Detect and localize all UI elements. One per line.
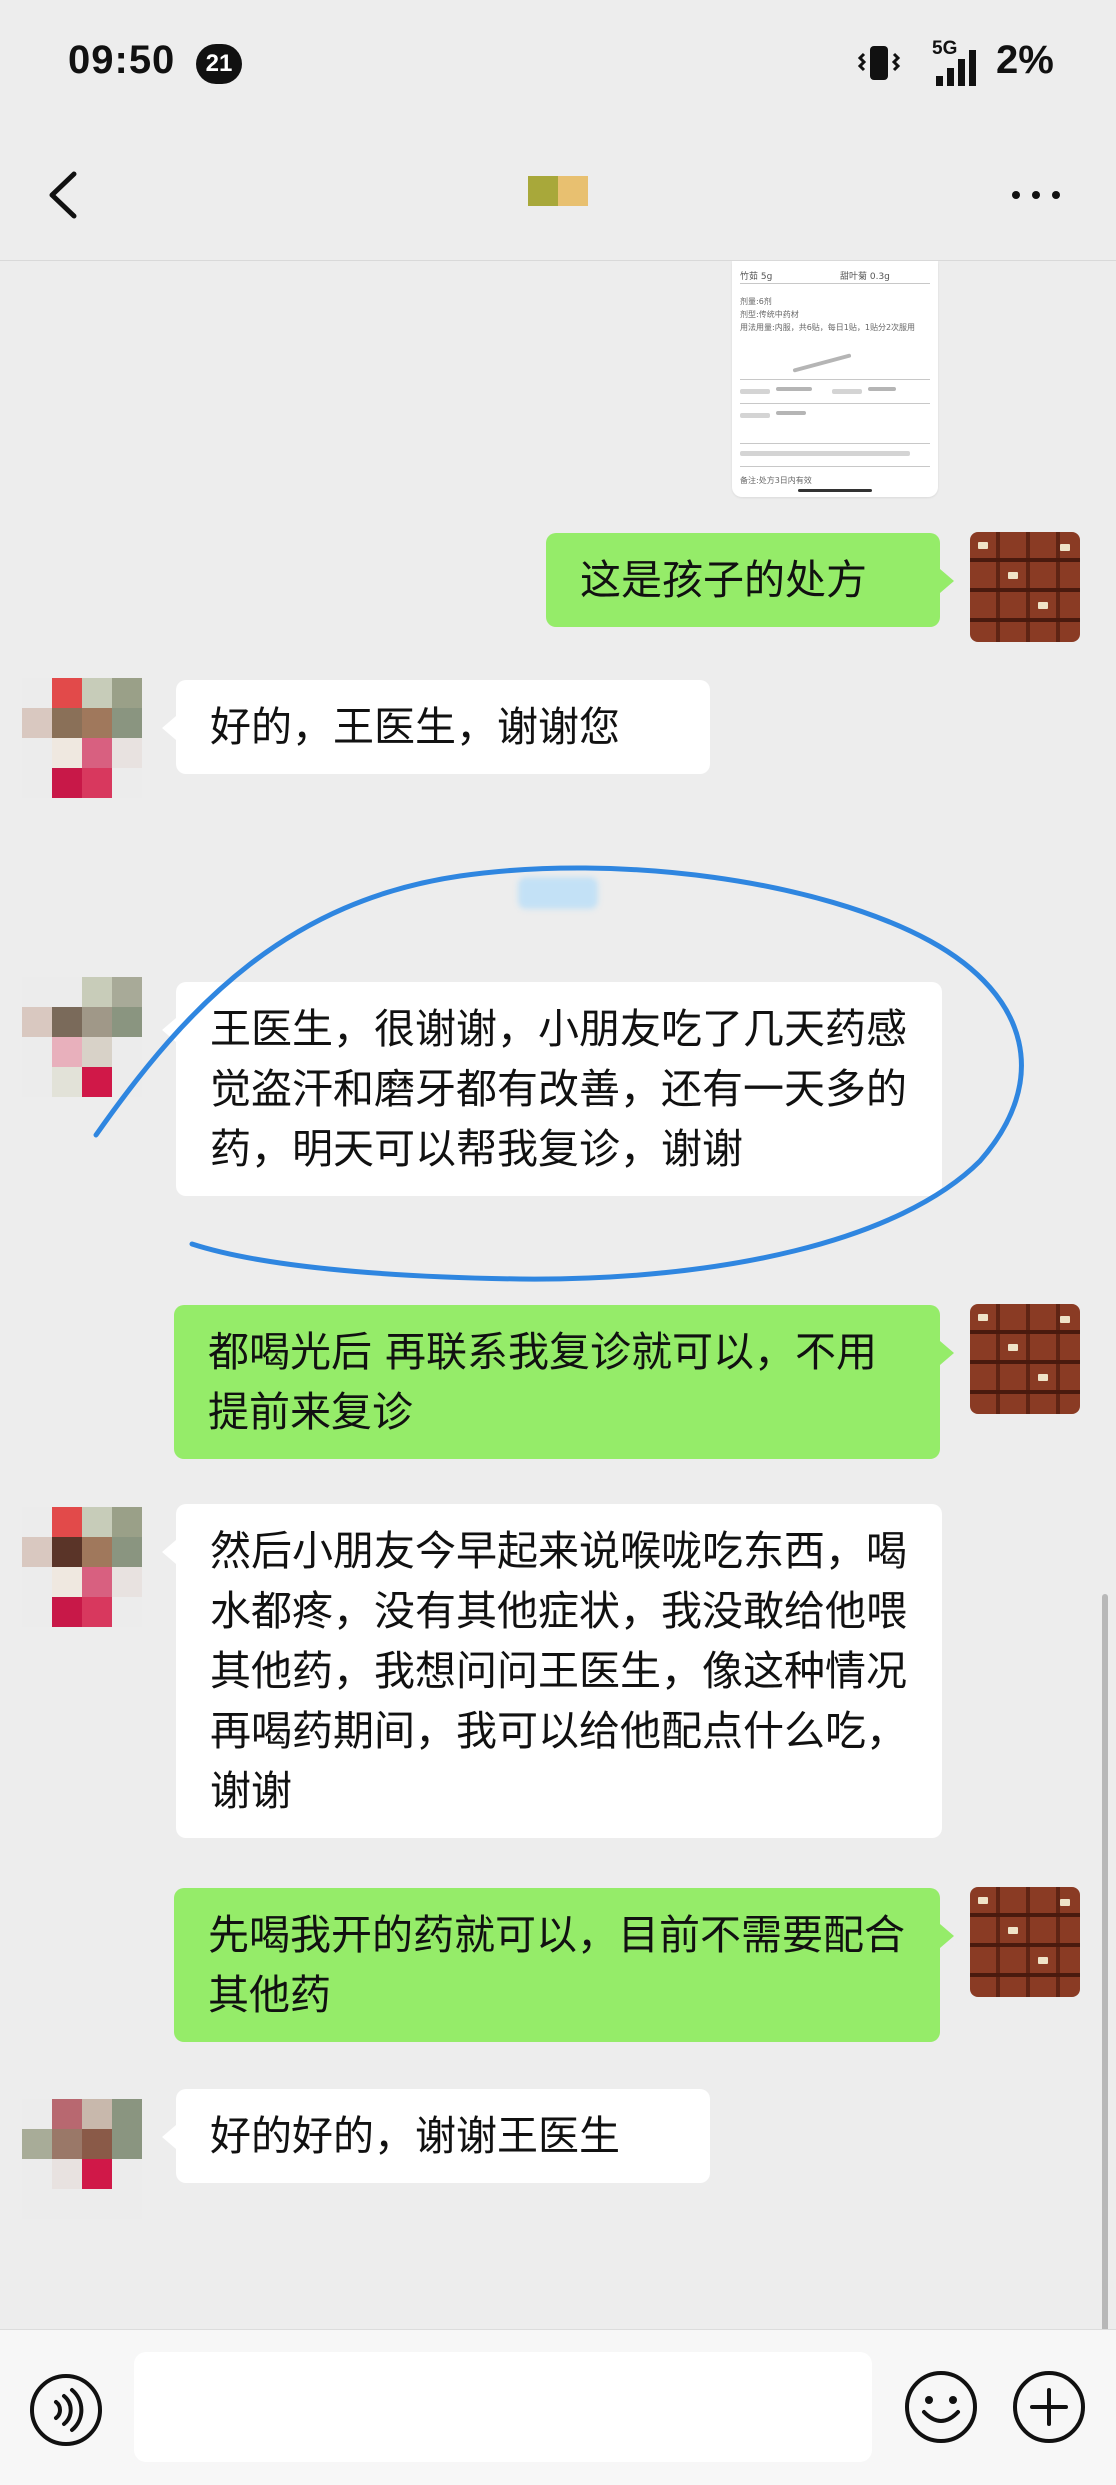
- redaction-block: [528, 176, 558, 206]
- scrollbar[interactable]: [1102, 1594, 1108, 2329]
- vibrate-icon: [857, 46, 901, 80]
- prescription-underline: [798, 489, 872, 492]
- prescription-field: [740, 413, 770, 418]
- avatar[interactable]: [970, 532, 1080, 642]
- avatar[interactable]: [970, 1887, 1080, 1997]
- prescription-divider: [740, 283, 930, 284]
- avatar[interactable]: [970, 1304, 1080, 1414]
- prescription-footer: 备注:处方3日内有效: [740, 476, 812, 485]
- prescription-divider: [740, 466, 930, 467]
- chevron-left-icon[interactable]: [40, 168, 90, 222]
- message-input[interactable]: [134, 2352, 872, 2462]
- redaction-block: [558, 176, 588, 206]
- contact-name-redacted: [528, 176, 588, 206]
- message-input-bar: [0, 2329, 1116, 2485]
- signature-stroke: [868, 387, 896, 391]
- notification-count-badge: 21: [196, 44, 242, 84]
- signature-stroke: [776, 387, 812, 391]
- message-bubble-outgoing[interactable]: 这是孩子的处方: [546, 533, 954, 627]
- avatar[interactable]: [22, 678, 142, 798]
- prescription-field: [832, 389, 862, 394]
- ellipsis-icon[interactable]: [1006, 180, 1066, 210]
- prescription-notes: 剂量:6剂 剂型:传统中药材 用法用量:内服，共6贴，每日1贴，1贴分2次服用: [740, 295, 930, 334]
- timestamp-redacted: [518, 877, 598, 909]
- prescription-image[interactable]: 竹茹 5g 甜叶菊 0.3g 剂量:6剂 剂型:传统中药材 用法用量:内服，共6…: [732, 261, 938, 497]
- chat-header: [0, 130, 1116, 261]
- status-bar: 09:50 21 5G 2%: [0, 0, 1116, 130]
- prescription-note: 剂量:6剂: [740, 297, 772, 306]
- message-list[interactable]: 竹茹 5g 甜叶菊 0.3g 剂量:6剂 剂型:传统中药材 用法用量:内服，共6…: [0, 261, 1116, 2329]
- message-bubble-outgoing[interactable]: 先喝我开的药就可以，目前不需要配合其他药: [174, 1888, 954, 2042]
- prescription-note: 用法用量:内服，共6贴，每日1贴，1贴分2次服用: [740, 323, 916, 332]
- message-bubble-incoming[interactable]: 好的好的，谢谢王医生: [162, 2089, 710, 2183]
- signature-stroke: [792, 353, 852, 373]
- plus-circle-icon[interactable]: [1010, 2368, 1088, 2446]
- signal-strength-icon: [936, 50, 976, 86]
- prescription-line-right: 甜叶菊 0.3g: [840, 272, 890, 282]
- battery-level: 2%: [996, 38, 1054, 82]
- message-bubble-outgoing[interactable]: 都喝光后 再联系我复诊就可以，不用提前来复诊: [174, 1305, 954, 1459]
- prescription-divider: [740, 379, 930, 380]
- prescription-field: [740, 451, 910, 456]
- emoji-smile-icon[interactable]: [902, 2368, 980, 2446]
- prescription-divider: [740, 443, 930, 444]
- prescription-divider: [740, 403, 930, 404]
- message-bubble-incoming[interactable]: 然后小朋友今早起来说喉咙吃东西，喝水都疼，没有其他症状，我没敢给他喂其他药，我想…: [162, 1504, 942, 1838]
- avatar[interactable]: [22, 2099, 142, 2219]
- message-bubble-incoming[interactable]: 好的，王医生，谢谢您: [162, 680, 710, 774]
- prescription-note: 剂型:传统中药材: [740, 310, 799, 319]
- avatar[interactable]: [22, 977, 142, 1097]
- avatar[interactable]: [22, 1507, 142, 1627]
- prescription-field: [740, 389, 770, 394]
- status-time: 09:50: [68, 38, 176, 82]
- signature-stroke: [776, 411, 806, 415]
- voice-icon[interactable]: [28, 2372, 104, 2448]
- prescription-line-left: 竹茹 5g: [740, 272, 773, 282]
- message-bubble-incoming[interactable]: 王医生，很谢谢，小朋友吃了几天药感觉盗汗和磨牙都有改善，还有一天多的药，明天可以…: [162, 982, 942, 1196]
